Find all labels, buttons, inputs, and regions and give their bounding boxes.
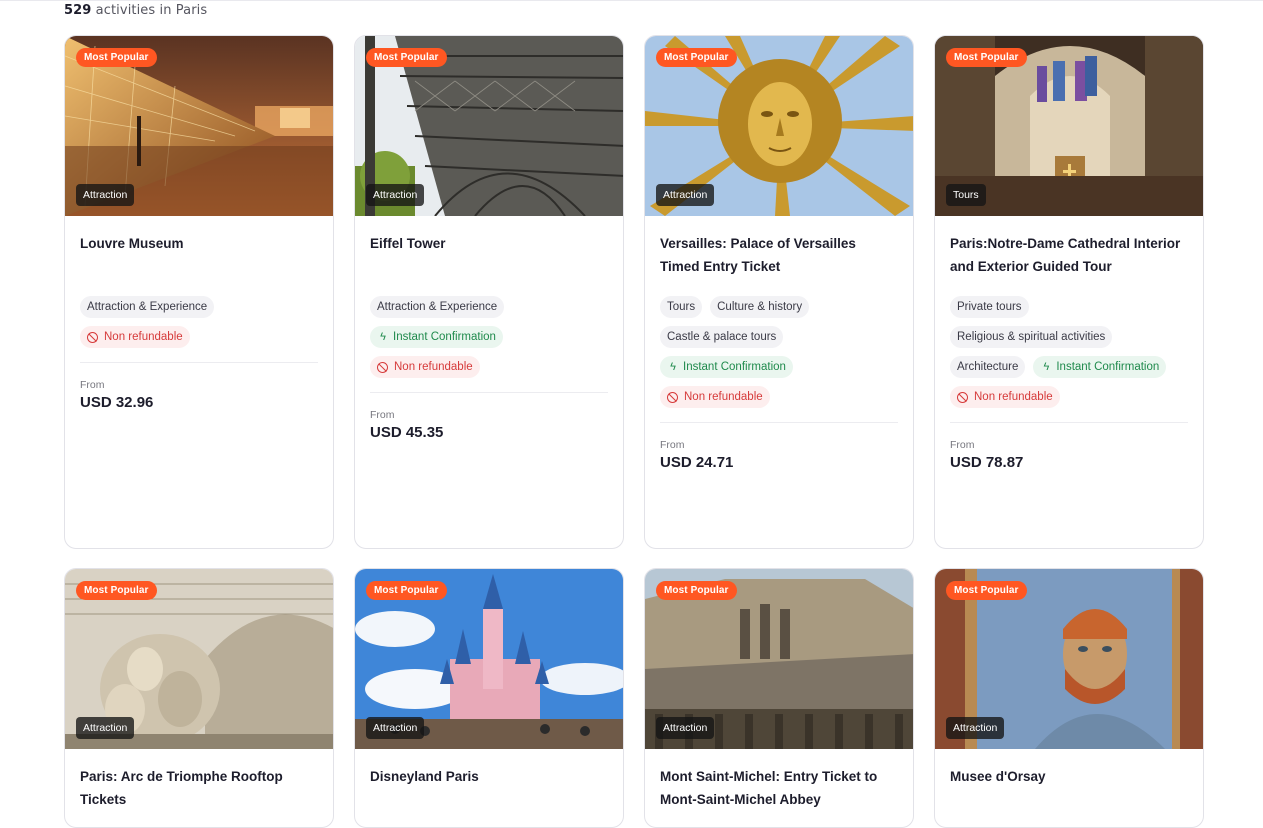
most-popular-badge: Most Popular bbox=[946, 48, 1027, 67]
activity-title[interactable]: Paris:Notre-Dame Cathedral Interior and … bbox=[950, 232, 1188, 278]
activity-card-louvre[interactable]: Most Popular Attraction Louvre Museum At… bbox=[64, 35, 334, 549]
activity-image: Most Popular Attraction bbox=[355, 36, 623, 216]
category-badge: Tours bbox=[946, 184, 986, 206]
tag-label: Non refundable bbox=[974, 391, 1053, 403]
activity-image: Most Popular Attraction bbox=[65, 569, 333, 749]
price-from-label: From bbox=[660, 439, 685, 451]
top-divider bbox=[0, 0, 1263, 1]
activity-card-notre-dame[interactable]: Most Popular Tours Paris:Notre-Dame Cath… bbox=[934, 35, 1204, 549]
tag-list: Private tours Religious & spiritual acti… bbox=[950, 296, 1188, 408]
activity-card-versailles[interactable]: Most Popular Attraction Versailles: Pala… bbox=[644, 35, 914, 549]
price-value: USD 45.35 bbox=[370, 424, 444, 441]
tag-instant-confirmation: ϟ Instant Confirmation bbox=[370, 326, 503, 348]
no-entry-icon bbox=[87, 331, 98, 343]
tag: Castle & palace tours bbox=[660, 326, 784, 348]
activity-title[interactable]: Musee d'Orsay bbox=[950, 765, 1188, 811]
activity-image: Most Popular Attraction bbox=[645, 36, 913, 216]
most-popular-badge: Most Popular bbox=[656, 581, 737, 600]
category-badge: Attraction bbox=[656, 184, 715, 206]
activity-card-musee-dorsay[interactable]: Most Popular Attraction Musee d'Orsay bbox=[934, 568, 1204, 828]
lightning-icon: ϟ bbox=[670, 361, 676, 373]
activity-grid-row-2: Most Popular Attraction Paris: Arc de Tr… bbox=[64, 568, 1204, 828]
tag: Tours bbox=[660, 296, 703, 318]
tag-label: Instant Confirmation bbox=[683, 361, 786, 373]
activity-title[interactable]: Louvre Museum bbox=[80, 232, 318, 278]
tag: Private tours bbox=[950, 296, 1029, 318]
tag: Culture & history bbox=[710, 296, 810, 318]
tag-list: Attraction & Experience Non refundable bbox=[80, 296, 318, 348]
tag-non-refundable: Non refundable bbox=[660, 386, 770, 408]
no-entry-icon bbox=[957, 391, 968, 403]
tag-instant-confirmation: ϟ Instant Confirmation bbox=[1033, 356, 1167, 378]
activity-grid-row-1: Most Popular Attraction Louvre Museum At… bbox=[64, 35, 1204, 549]
activity-title[interactable]: Mont Saint-Michel: Entry Ticket to Mont-… bbox=[660, 765, 898, 811]
lightning-icon: ϟ bbox=[380, 331, 386, 343]
most-popular-badge: Most Popular bbox=[76, 48, 157, 67]
activity-title[interactable]: Paris: Arc de Triomphe Rooftop Tickets bbox=[80, 765, 318, 811]
tag-list: Attraction & Experience ϟ Instant Confirm… bbox=[370, 296, 608, 378]
activity-card-arc-de-triomphe[interactable]: Most Popular Attraction Paris: Arc de Tr… bbox=[64, 568, 334, 828]
tag-list: Tours Culture & history Castle & palace … bbox=[660, 296, 898, 408]
category-badge: Attraction bbox=[366, 184, 425, 206]
divider bbox=[370, 392, 608, 393]
tag: Religious & spiritual activities bbox=[950, 326, 1113, 348]
category-badge: Attraction bbox=[656, 717, 715, 739]
tag-non-refundable: Non refundable bbox=[950, 386, 1060, 408]
price-from-label: From bbox=[370, 409, 395, 421]
activity-title[interactable]: Eiffel Tower bbox=[370, 232, 608, 278]
most-popular-badge: Most Popular bbox=[76, 581, 157, 600]
most-popular-badge: Most Popular bbox=[946, 581, 1027, 600]
activity-card-mont-saint-michel[interactable]: Most Popular Attraction Mont Saint-Miche… bbox=[644, 568, 914, 828]
activity-image: Most Popular Attraction bbox=[935, 569, 1203, 749]
tag-label: Non refundable bbox=[684, 391, 763, 403]
tag: Attraction & Experience bbox=[80, 296, 215, 318]
activity-image: Most Popular Attraction bbox=[645, 569, 913, 749]
results-count: 529 activities in Paris bbox=[64, 3, 207, 18]
category-badge: Attraction bbox=[76, 184, 135, 206]
price-value: USD 24.71 bbox=[660, 454, 734, 471]
price-value: USD 32.96 bbox=[80, 394, 154, 411]
price-from-label: From bbox=[80, 379, 105, 391]
tag: Architecture bbox=[950, 356, 1026, 378]
activity-title[interactable]: Disneyland Paris bbox=[370, 765, 608, 811]
tag-label: Non refundable bbox=[104, 331, 183, 343]
tag-non-refundable: Non refundable bbox=[80, 326, 190, 348]
activity-image: Most Popular Tours bbox=[935, 36, 1203, 216]
divider bbox=[660, 422, 898, 423]
most-popular-badge: Most Popular bbox=[656, 48, 737, 67]
most-popular-badge: Most Popular bbox=[366, 48, 447, 67]
activity-card-eiffel[interactable]: Most Popular Attraction Eiffel Tower Att… bbox=[354, 35, 624, 549]
activity-card-disneyland[interactable]: Most Popular Attraction Disneyland Paris bbox=[354, 568, 624, 828]
category-badge: Attraction bbox=[76, 717, 135, 739]
tag: Attraction & Experience bbox=[370, 296, 505, 318]
category-badge: Attraction bbox=[946, 717, 1005, 739]
divider bbox=[80, 362, 318, 363]
tag-label: Instant Confirmation bbox=[1056, 361, 1160, 373]
category-badge: Attraction bbox=[366, 717, 425, 739]
activity-title[interactable]: Versailles: Palace of Versailles Timed E… bbox=[660, 232, 898, 278]
activity-image: Most Popular Attraction bbox=[355, 569, 623, 749]
tag-non-refundable: Non refundable bbox=[370, 356, 480, 378]
no-entry-icon bbox=[667, 391, 678, 403]
lightning-icon: ϟ bbox=[1043, 361, 1050, 373]
price-from-label: From bbox=[950, 439, 975, 451]
activity-image: Most Popular Attraction bbox=[65, 36, 333, 216]
price-value: USD 78.87 bbox=[950, 454, 1024, 471]
most-popular-badge: Most Popular bbox=[366, 581, 447, 600]
results-count-label: activities in Paris bbox=[95, 3, 208, 18]
tag-label: Non refundable bbox=[394, 361, 473, 373]
tag-instant-confirmation: ϟ Instant Confirmation bbox=[660, 356, 793, 378]
no-entry-icon bbox=[377, 361, 388, 373]
tag-label: Instant Confirmation bbox=[393, 331, 496, 343]
results-count-number: 529 bbox=[64, 3, 92, 18]
divider bbox=[950, 422, 1188, 423]
